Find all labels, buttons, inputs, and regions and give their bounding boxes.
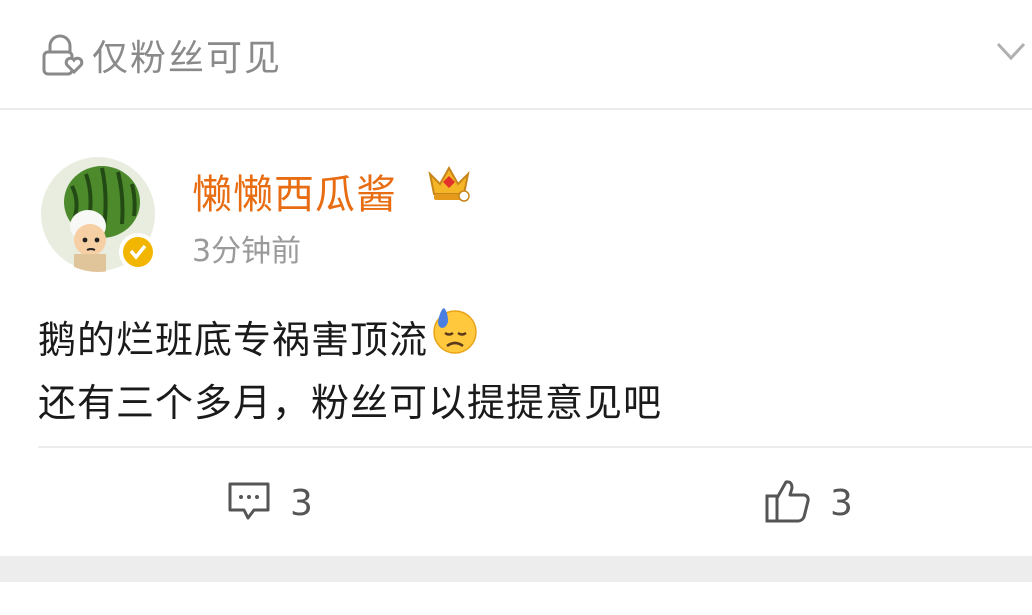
like-button[interactable]: 3 [764, 450, 853, 556]
comment-icon [226, 480, 272, 526]
visibility-indicator[interactable]: 仅粉丝可见 [38, 30, 282, 80]
post-time: 3分钟前 [192, 234, 302, 269]
lock-heart-icon [38, 32, 84, 78]
sweat-sad-face-emoji [430, 306, 480, 373]
crown-icon[interactable] [426, 160, 472, 206]
author-name[interactable]: 懒懒西瓜酱 [192, 162, 397, 220]
visibility-bar[interactable]: 仅粉丝可见 [0, 0, 1032, 110]
post-text-line-1: 鹅的烂班底专祸害顶流 [38, 317, 429, 362]
comment-count: 3 [290, 482, 313, 524]
divider [38, 446, 1032, 448]
visibility-label: 仅粉丝可见 [92, 38, 283, 79]
action-bar: 3 3 [0, 450, 1032, 556]
verified-icon [118, 232, 158, 272]
post-text-line-2: 还有三个多月，粉丝可以提提意见吧 [38, 381, 663, 425]
comment-button[interactable]: 3 [226, 450, 313, 556]
chevron-down-icon[interactable] [994, 36, 1028, 70]
section-separator [0, 556, 1032, 582]
weibo-post: 懒懒西瓜酱 3分钟前 鹅的烂班底专祸害顶流 还有三个多月，粉丝可以提提意见吧 3… [0, 110, 1032, 556]
bottom-area [0, 582, 1032, 615]
like-count: 3 [830, 482, 853, 524]
post-content: 鹅的烂班底专祸害顶流 还有三个多月，粉丝可以提提意见吧 [38, 306, 662, 433]
thumbs-up-icon [764, 478, 812, 528]
